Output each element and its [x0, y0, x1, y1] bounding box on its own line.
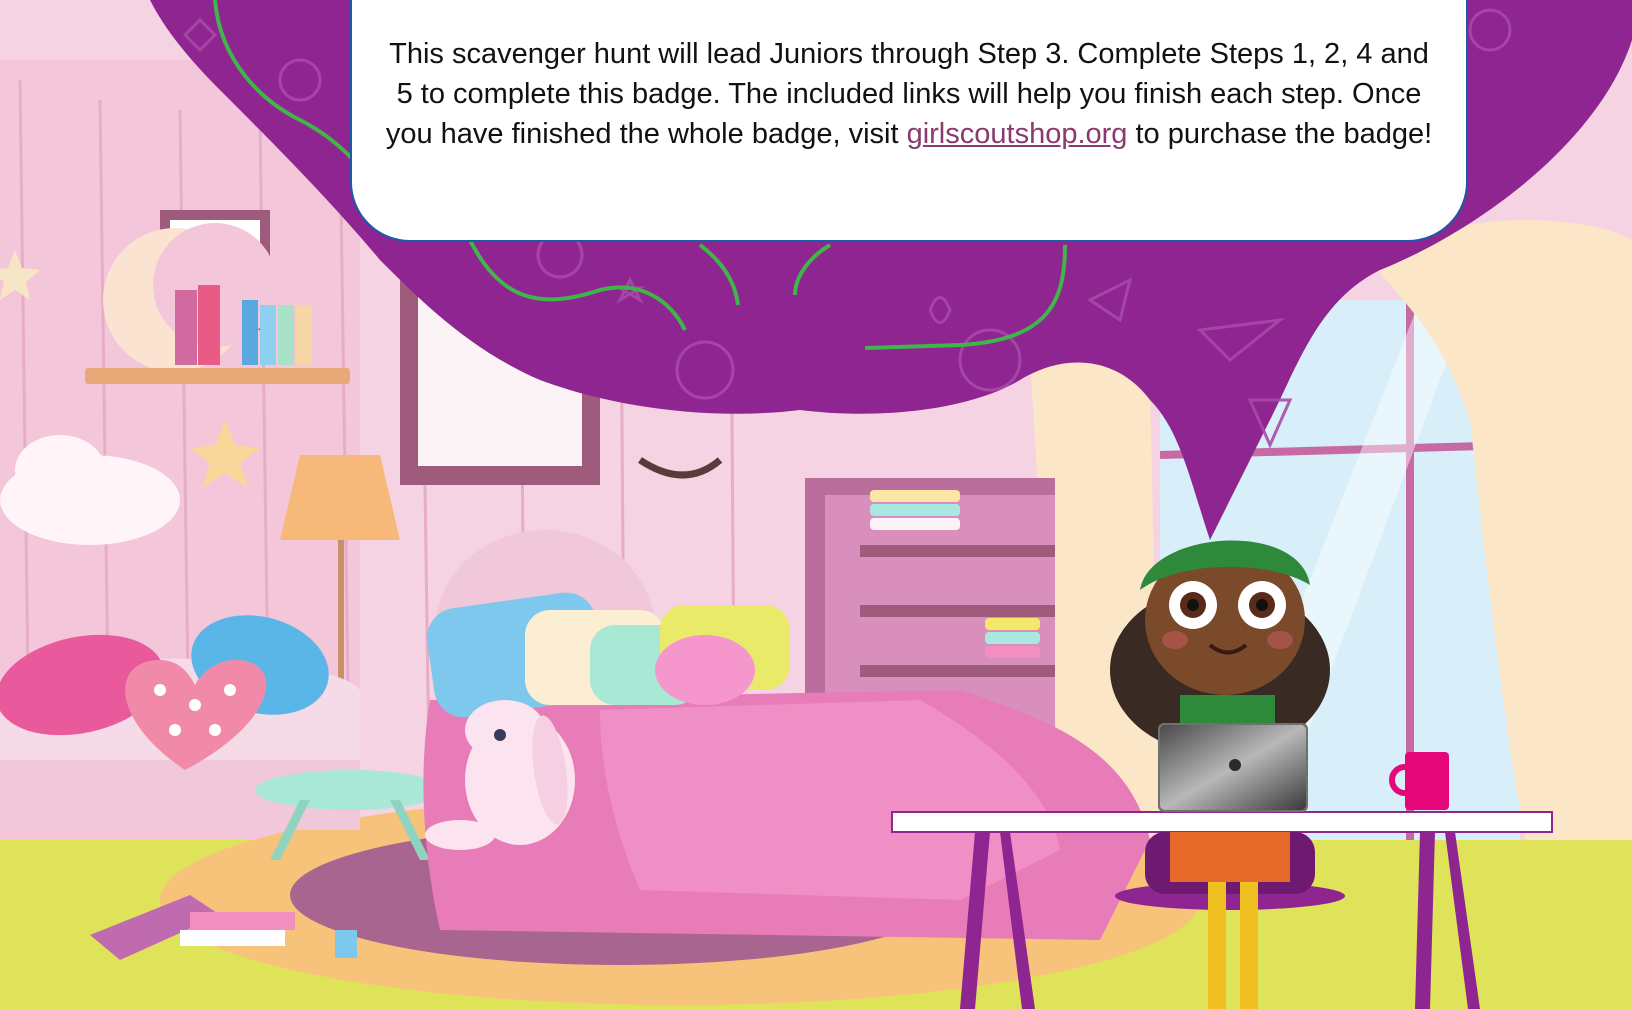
instruction-text: This scavenger hunt will lead Juniors th…: [382, 34, 1436, 154]
instruction-text-after-link: to purchase the badge!: [1127, 118, 1433, 150]
mug: [1405, 752, 1449, 810]
girlscoutshop-link[interactable]: girlscoutshop.org: [907, 118, 1128, 150]
instruction-banner: This scavenger hunt will lead Juniors th…: [350, 0, 1468, 242]
floor-lamp: [280, 455, 400, 540]
desk-top: [891, 811, 1553, 833]
coffee-table: [255, 770, 445, 810]
wall-shelf: [85, 368, 350, 384]
